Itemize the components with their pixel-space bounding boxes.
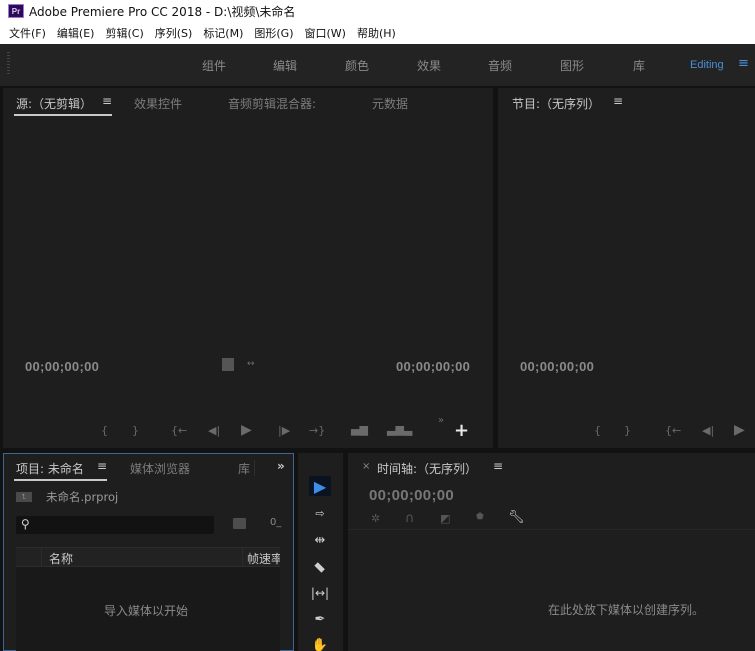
timeline-header-divider <box>348 529 755 530</box>
workspace-tab-assembly[interactable]: 组件 <box>202 57 226 74</box>
workspace-tab-libraries[interactable]: 库 <box>633 57 645 74</box>
selection-tool-icon[interactable]: ▶ <box>309 476 331 496</box>
timeline-close-icon[interactable]: × <box>362 461 370 472</box>
timeline-panel: × 时间轴:（无序列） ≡ 00;00;00;00 ✲ ∩ ◩ ⬟ 🔧︎ 在此处… <box>348 453 755 651</box>
add-marker-icon[interactable]: ⬟ <box>476 512 484 522</box>
project-tab-underline <box>14 479 107 481</box>
workspace-menu-icon[interactable]: ≡ <box>738 56 749 71</box>
workspace-tab-audio[interactable]: 音频 <box>488 57 512 74</box>
source-monitor-panel: 源:（无剪辑） ≡ 效果控件 音频剪辑混合器: 元数据 00;00;00;00 … <box>3 88 493 448</box>
tab-effect-controls[interactable]: 效果控件 <box>134 95 182 112</box>
insert-icon[interactable]: ▄▆ <box>351 423 368 436</box>
play-icon[interactable]: ▶ <box>241 422 252 438</box>
overwrite-icon[interactable]: ▃▆▃ <box>387 423 412 436</box>
drop-media-message: 在此处放下媒体以创建序列。 <box>548 603 705 617</box>
menu-bar: 文件(F) 编辑(E) 剪辑(C) 序列(S) 标记(M) 图形(G) 窗口(W… <box>0 22 755 44</box>
menu-help[interactable]: 帮助(H) <box>357 25 396 41</box>
tab-source[interactable]: 源:（无剪辑） <box>16 95 92 112</box>
pen-tool-icon[interactable]: ✒ <box>309 609 331 629</box>
source-playhead-timecode[interactable]: 00;00;00;00 <box>25 359 99 374</box>
menu-sequence[interactable]: 序列(S) <box>155 25 193 41</box>
button-editor-add-icon[interactable]: + <box>454 420 469 441</box>
workspace-tab-color[interactable]: 颜色 <box>345 57 369 74</box>
program-go-to-in-icon[interactable]: {← <box>665 424 681 437</box>
column-header-frame-rate[interactable]: 帧速率 <box>247 550 280 567</box>
project-list-header: 名称 帧速率 <box>16 547 280 567</box>
tab-program[interactable]: 节目:（无序列） <box>512 95 600 112</box>
source-panel-menu-icon[interactable]: ≡ <box>102 94 112 108</box>
program-play-icon[interactable]: ▶ <box>734 422 745 438</box>
tools-panel: ▶ ⇨ ⇹ ▬ |↔| ✒ ✋ <box>298 453 343 651</box>
premiere-app-icon: Pr <box>8 4 24 18</box>
workspace-tab-graphics[interactable]: 图形 <box>560 57 584 74</box>
tab-libraries[interactable]: 库 <box>238 460 250 477</box>
step-forward-icon[interactable]: |▶ <box>278 424 290 437</box>
razor-tool-icon[interactable]: ▬ <box>305 552 335 582</box>
find-icon[interactable] <box>233 518 246 529</box>
track-select-forward-tool-icon[interactable]: ⇨ <box>309 503 331 523</box>
drag-video-icon[interactable] <box>222 358 234 371</box>
linked-selection-icon[interactable]: ◩ <box>440 512 450 525</box>
program-step-back-icon[interactable]: ◀| <box>702 424 714 437</box>
tab-project[interactable]: 项目: 未命名 <box>16 460 84 477</box>
ripple-edit-tool-icon[interactable]: ⇹ <box>309 530 331 550</box>
tab-audio-clip-mixer[interactable]: 音频剪辑混合器: <box>228 95 316 112</box>
active-tab-underline <box>14 114 112 116</box>
menu-edit[interactable]: 编辑(E) <box>57 25 95 41</box>
hand-tool-icon[interactable]: ✋ <box>309 635 331 651</box>
timeline-settings-wrench-icon[interactable]: 🔧︎ <box>508 510 525 525</box>
project-file-name: 未命名.prproj <box>46 490 119 504</box>
tab-media-browser[interactable]: 媒体浏览器 <box>130 460 190 477</box>
slip-tool-icon[interactable]: |↔| <box>309 583 331 603</box>
source-duration-timecode: 00;00;00;00 <box>396 359 471 374</box>
menu-graphics[interactable]: 图形(G) <box>254 25 293 41</box>
search-icon: ⚲ <box>21 517 30 531</box>
menu-markers[interactable]: 标记(M) <box>203 25 243 41</box>
program-panel-menu-icon[interactable]: ≡ <box>613 94 623 108</box>
program-monitor-panel: 节目:（无序列） ≡ 00;00;00;00 { } {← ◀| ▶ <box>498 88 755 448</box>
title-bar: Pr Adobe Premiere Pro CC 2018 - D:\视频\未命… <box>0 0 755 22</box>
go-to-in-icon[interactable]: {← <box>171 424 187 437</box>
nest-toggle-icon[interactable]: ✲ <box>371 512 380 525</box>
program-mark-out-icon[interactable]: } <box>624 424 631 437</box>
mark-in-icon[interactable]: { <box>101 424 108 437</box>
project-folder-up-icon[interactable]: ⮤ <box>16 492 32 502</box>
project-panel-menu-icon[interactable]: ≡ <box>97 459 107 473</box>
menu-window[interactable]: 窗口(W) <box>305 25 346 41</box>
go-to-out-icon[interactable]: →} <box>309 424 325 437</box>
project-list-body[interactable]: 导入媒体以开始 <box>16 567 280 651</box>
project-more-tabs-icon[interactable]: » <box>277 459 285 473</box>
item-count: 0_ <box>270 517 282 528</box>
program-mark-in-icon[interactable]: { <box>594 424 601 437</box>
more-controls-icon[interactable]: » <box>438 415 444 426</box>
project-search-input[interactable]: ⚲ <box>16 516 214 534</box>
mark-out-icon[interactable]: } <box>132 424 139 437</box>
workspace-tab-editing-cn[interactable]: 编辑 <box>273 57 297 74</box>
workspace-bar: 组件 编辑 颜色 效果 音频 图形 库 Editing ≡ <box>0 44 755 86</box>
workspace-tab-effects[interactable]: 效果 <box>417 57 441 74</box>
drag-audio-icon[interactable]: ↔ <box>247 359 255 369</box>
tab-timeline[interactable]: 时间轴:（无序列） <box>377 460 477 477</box>
tab-divider <box>254 460 255 476</box>
timeline-panel-menu-icon[interactable]: ≡ <box>493 459 503 473</box>
timeline-playhead-timecode[interactable]: 00;00;00;00 <box>369 487 454 504</box>
program-playhead-timecode[interactable]: 00;00;00;00 <box>520 359 594 374</box>
step-back-icon[interactable]: ◀| <box>208 424 220 437</box>
menu-clip[interactable]: 剪辑(C) <box>105 25 143 41</box>
window-title: Adobe Premiere Pro CC 2018 - D:\视频\未命名 <box>29 4 296 19</box>
workspace-tab-editing-active[interactable]: Editing <box>690 59 724 71</box>
drag-grip-icon[interactable] <box>7 52 10 76</box>
menu-file[interactable]: 文件(F) <box>9 25 46 41</box>
snap-icon[interactable]: ∩ <box>405 511 415 526</box>
tab-metadata[interactable]: 元数据 <box>372 95 408 112</box>
column-header-name[interactable]: 名称 <box>49 550 73 567</box>
import-media-message: 导入媒体以开始 <box>104 604 189 618</box>
